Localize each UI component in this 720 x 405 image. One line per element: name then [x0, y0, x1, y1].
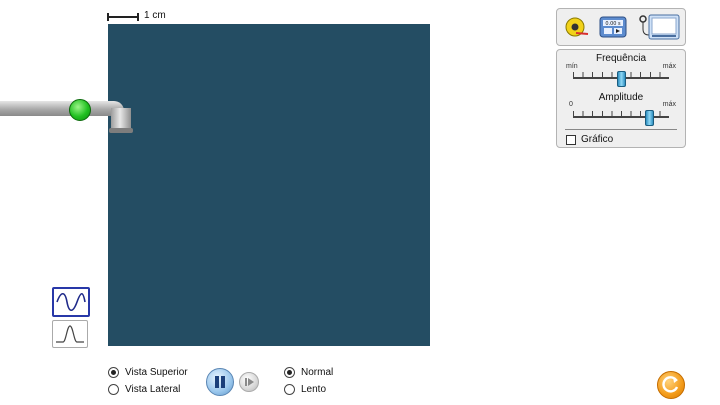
graph-checkbox-label: Gráfico	[581, 134, 614, 145]
view-side-radio[interactable]	[108, 384, 119, 395]
step-icon[interactable]	[239, 372, 259, 392]
view-option-top[interactable]: Vista Superior	[108, 367, 188, 378]
graph-checkbox[interactable]	[566, 134, 576, 145]
amplitude-min-label: 0	[569, 101, 573, 108]
scale-label: 1 cm	[144, 10, 166, 21]
timer-readout: 0.00 s	[605, 21, 621, 27]
reset-icon[interactable]	[657, 371, 685, 399]
view-top-label: Vista Superior	[125, 367, 188, 378]
stopwatch-icon[interactable]: 0.00 s	[599, 13, 627, 41]
speed-option-normal[interactable]: Normal	[284, 367, 333, 378]
frequency-max-label: máx	[662, 63, 676, 70]
speed-option-slow[interactable]: Lento	[284, 384, 326, 395]
pause-icon[interactable]	[206, 368, 234, 396]
view-top-radio[interactable]	[108, 367, 119, 378]
view-option-side[interactable]: Vista Lateral	[108, 384, 180, 395]
speed-normal-label: Normal	[301, 367, 334, 378]
wave-probe-icon[interactable]	[637, 13, 681, 41]
frequency-slider-thumb[interactable]	[616, 71, 626, 87]
controls-panel: Frequência mín máx Amplitude 0 máx Gráfi…	[556, 49, 686, 148]
water-tank	[108, 24, 430, 346]
speed-slow-radio[interactable]	[284, 384, 295, 395]
pulse-wave-icon[interactable]	[52, 320, 88, 348]
scale-bar	[107, 13, 139, 21]
toolbox: 0.00 s	[556, 8, 686, 46]
speed-normal-radio[interactable]	[284, 367, 295, 378]
faucet-on-button[interactable]	[69, 99, 91, 121]
frequency-min-label: mín	[566, 63, 578, 70]
amplitude-slider-track[interactable]	[573, 116, 669, 118]
speed-slow-label: Lento	[301, 384, 327, 395]
graph-checkbox-row[interactable]: Gráfico	[566, 134, 613, 145]
sine-wave-icon[interactable]	[52, 287, 90, 317]
amplitude-slider-thumb[interactable]	[645, 110, 655, 126]
amplitude-slider-ticks	[573, 111, 669, 116]
faucet-spout-lip	[109, 128, 133, 133]
view-side-label: Vista Lateral	[125, 384, 181, 395]
faucet-pipe	[0, 101, 124, 116]
measuring-tape-icon[interactable]	[563, 13, 589, 41]
panel-divider	[565, 129, 677, 130]
amplitude-max-label: máx	[662, 101, 676, 108]
